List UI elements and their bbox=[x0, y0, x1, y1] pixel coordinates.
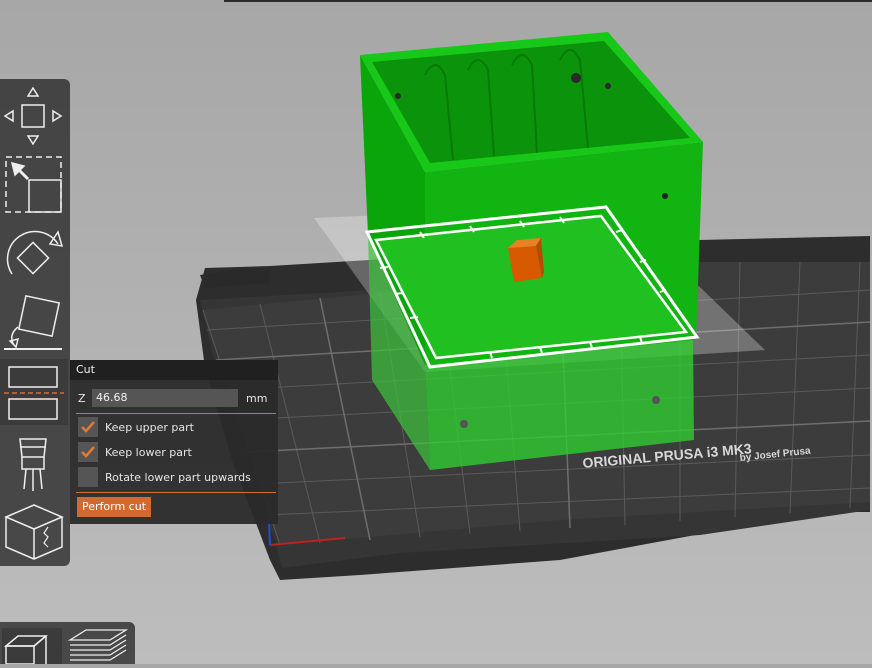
3d-view-icon bbox=[3, 635, 49, 665]
checkmark-icon bbox=[81, 421, 95, 433]
cut-panel: Cut Z mm Keep upper part Keep lower part… bbox=[70, 360, 278, 524]
rotate-lower-label: Rotate lower part upwards bbox=[105, 470, 251, 484]
left-toolbar bbox=[0, 79, 70, 566]
top-divider bbox=[224, 0, 872, 2]
seam-paint-icon bbox=[4, 504, 64, 560]
rotate-lower-checkbox[interactable] bbox=[78, 467, 98, 487]
z-row: Z mm bbox=[78, 388, 267, 408]
rotate-lower-row[interactable]: Rotate lower part upwards bbox=[78, 467, 251, 487]
separator-top bbox=[76, 413, 276, 414]
keep-lower-row[interactable]: Keep lower part bbox=[78, 442, 192, 462]
z-axis-label: Z bbox=[78, 391, 86, 405]
seam-paint-tool[interactable] bbox=[0, 499, 68, 565]
support-paint-icon bbox=[19, 438, 47, 491]
rotate-tool[interactable] bbox=[0, 219, 68, 285]
z-unit-label: mm bbox=[246, 391, 268, 405]
place-on-face-icon bbox=[4, 294, 62, 350]
z-height-input[interactable] bbox=[92, 389, 238, 407]
preview-button[interactable] bbox=[67, 628, 129, 664]
cut-tool[interactable] bbox=[0, 359, 68, 425]
scale-tool[interactable] bbox=[0, 151, 68, 217]
keep-lower-label: Keep lower part bbox=[105, 445, 192, 459]
3d-view-button[interactable] bbox=[2, 628, 62, 665]
perform-cut-button[interactable]: Perform cut bbox=[77, 497, 152, 517]
3d-scene[interactable]: ORIGINAL PRUSA i3 MK3 by Josef Prusa bbox=[0, 0, 872, 664]
preview-icon bbox=[67, 629, 129, 661]
support-paint-tool[interactable] bbox=[0, 429, 68, 495]
move-tool[interactable] bbox=[0, 81, 68, 147]
keep-upper-checkbox[interactable] bbox=[78, 417, 98, 437]
keep-lower-checkbox[interactable] bbox=[78, 442, 98, 462]
rotate-icon bbox=[6, 230, 64, 275]
scale-icon bbox=[5, 156, 62, 213]
checkmark-icon bbox=[81, 446, 95, 458]
small-cube-front[interactable] bbox=[508, 246, 542, 282]
keep-upper-row[interactable]: Keep upper part bbox=[78, 417, 194, 437]
separator-bottom bbox=[76, 492, 276, 493]
cut-panel-title: Cut bbox=[70, 360, 278, 380]
cut-icon bbox=[4, 366, 64, 420]
keep-upper-label: Keep upper part bbox=[105, 420, 194, 434]
move-icon bbox=[3, 86, 63, 146]
place-on-face-tool[interactable] bbox=[0, 289, 68, 355]
view-switcher bbox=[0, 622, 135, 665]
